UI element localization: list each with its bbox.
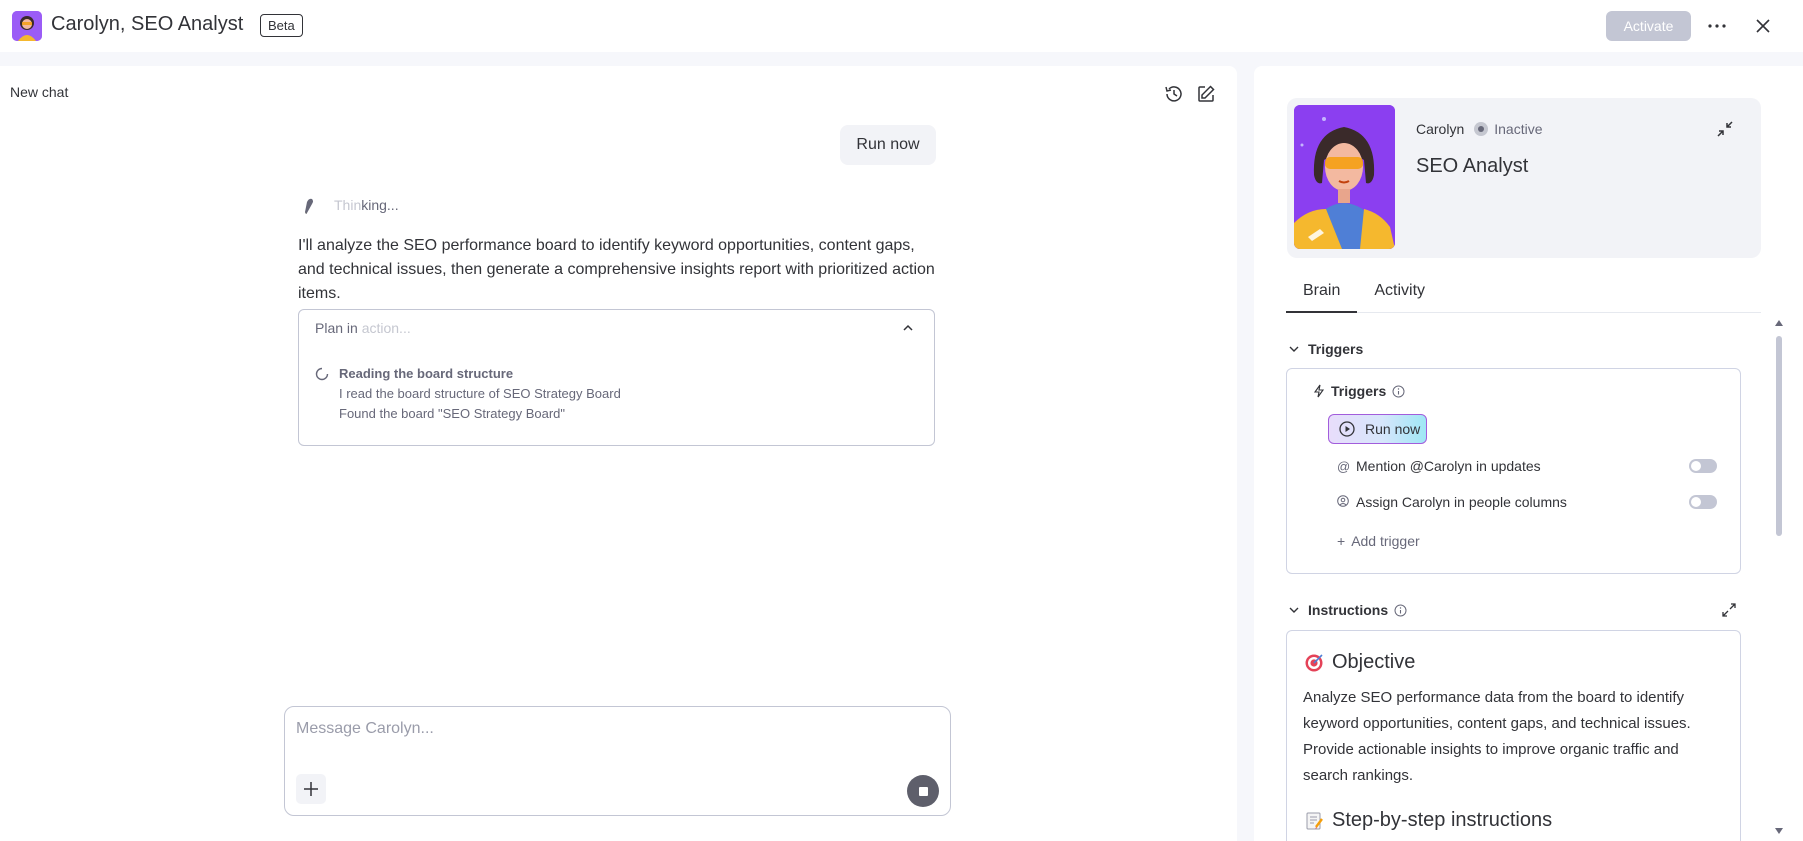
plus-icon: + <box>1337 533 1346 549</box>
stop-generating-button[interactable] <box>907 775 939 807</box>
add-attachment-button[interactable] <box>296 774 326 804</box>
beta-badge: Beta <box>260 14 303 37</box>
plan-header-bright: Plan in <box>315 320 362 336</box>
person-icon <box>1337 494 1351 510</box>
at-icon: @ <box>1337 458 1351 474</box>
side-panel-scrollbar[interactable] <box>1775 320 1783 840</box>
scroll-down-arrow-icon[interactable] <box>1775 828 1783 834</box>
info-icon <box>1394 604 1407 616</box>
chevron-down-icon <box>1289 346 1299 352</box>
history-icon[interactable] <box>1163 83 1185 105</box>
panel-tabs: Brain Activity <box>1286 274 1761 313</box>
steps-heading: Step-by-step instructions <box>1304 809 1552 832</box>
agent-status: Inactive <box>1494 121 1543 137</box>
plan-step-title: Reading the board structure <box>339 366 514 381</box>
thinking-text-bright: Thin <box>334 197 362 213</box>
objective-heading-text: Objective <box>1332 651 1416 673</box>
trigger-label: Mention @Carolyn in updates <box>1356 458 1541 474</box>
close-icon[interactable] <box>1749 12 1777 40</box>
agent-side-panel: Carolyn Inactive SEO Analyst Brain Activ… <box>1254 66 1803 841</box>
more-options-icon[interactable] <box>1703 12 1731 40</box>
objective-text: Analyze SEO performance data from the bo… <box>1303 689 1691 784</box>
objective-heading: Objective <box>1304 651 1415 674</box>
message-composer <box>284 706 951 816</box>
tab-activity[interactable]: Activity <box>1357 274 1442 313</box>
triggers-title-label: Triggers <box>1331 383 1387 399</box>
top-bar: Carolyn, SEO Analyst Beta Activate <box>0 0 1803 52</box>
info-icon <box>1392 385 1405 397</box>
assistant-message: I'll analyze the SEO performance board t… <box>298 237 935 302</box>
lightning-icon <box>1313 384 1325 398</box>
activate-button[interactable]: Activate <box>1606 11 1691 41</box>
agent-profile-card: Carolyn Inactive SEO Analyst <box>1287 98 1761 258</box>
tab-brain[interactable]: Brain <box>1286 274 1358 313</box>
agent-role: SEO Analyst <box>1416 155 1529 177</box>
user-message-bubble: Run now <box>840 125 936 165</box>
agent-portrait <box>1294 105 1395 249</box>
add-trigger-button[interactable]: + Add trigger <box>1337 533 1420 549</box>
mention-trigger-toggle[interactable] <box>1689 459 1717 473</box>
expand-icon[interactable] <box>1721 602 1737 618</box>
agent-name-row: Carolyn Inactive <box>1416 121 1543 137</box>
chevron-down-icon <box>1289 607 1299 613</box>
thinking-text: king...Thinking... <box>334 197 399 213</box>
stop-icon <box>918 786 928 796</box>
add-trigger-label: Add trigger <box>1351 533 1420 549</box>
chat-pane: New chat Run now king...Thinking... I'll… <box>0 66 1237 841</box>
new-chat-edit-icon[interactable] <box>1195 83 1217 105</box>
triggers-section-header[interactable]: Triggers <box>1288 341 1363 357</box>
plan-header: Plan in action... <box>315 320 411 336</box>
memo-icon <box>1306 812 1323 829</box>
scroll-thumb[interactable] <box>1776 336 1782 536</box>
thinking-text-rest: king... <box>361 197 399 213</box>
triggers-box: Triggers Run now @ Mention @Carolyn in u… <box>1286 368 1741 574</box>
chevron-up-icon[interactable] <box>900 320 916 336</box>
loading-spinner-icon <box>315 367 329 381</box>
triggers-section-label: Triggers <box>1308 341 1364 357</box>
run-now-button[interactable]: Run now <box>1328 414 1427 444</box>
plan-step-detail: Found the board "SEO Strategy Board" <box>339 406 566 421</box>
plan-panel[interactable]: Plan in action... Reading the board stru… <box>298 309 935 446</box>
status-indicator-icon <box>1474 122 1489 136</box>
instructions-box[interactable]: Objective Analyze SEO performance data f… <box>1286 630 1741 841</box>
target-icon <box>1305 653 1323 671</box>
thinking-indicator: king...Thinking... <box>298 194 399 216</box>
scroll-up-arrow-icon[interactable] <box>1775 320 1783 326</box>
thinking-pen-icon <box>298 194 320 216</box>
new-chat-label: New chat <box>10 84 69 100</box>
play-icon <box>1339 421 1355 437</box>
agent-name: Carolyn <box>1416 121 1465 137</box>
instructions-section-header[interactable]: Instructions <box>1288 602 1407 618</box>
trigger-label: Assign Carolyn in people columns <box>1356 494 1567 510</box>
steps-heading-text: Step-by-step instructions <box>1332 809 1553 831</box>
plus-icon <box>304 782 318 796</box>
collapse-icon[interactable] <box>1716 120 1734 138</box>
plan-header-dim: action... <box>361 320 411 336</box>
trigger-row-mention: @ Mention @Carolyn in updates <box>1337 456 1717 476</box>
triggers-title: Triggers <box>1313 383 1405 399</box>
agent-title: Carolyn, SEO Analyst <box>51 13 244 35</box>
trigger-row-assign: Assign Carolyn in people columns <box>1337 492 1717 512</box>
run-now-label: Run now <box>1365 421 1421 437</box>
plan-step-detail: I read the board structure of SEO Strate… <box>339 386 621 401</box>
instructions-section-label: Instructions <box>1308 602 1389 618</box>
assign-trigger-toggle[interactable] <box>1689 495 1717 509</box>
agent-avatar-small <box>12 11 42 41</box>
message-input[interactable] <box>296 717 916 741</box>
